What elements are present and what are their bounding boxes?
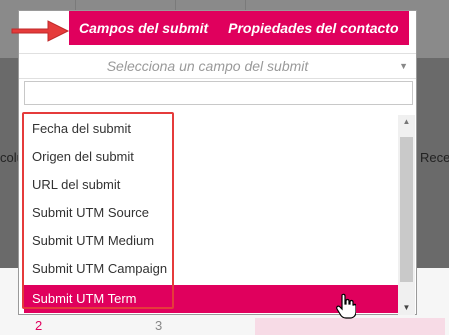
chevron-down-icon[interactable]: ▼ [399, 54, 408, 78]
option-submit-utm-source[interactable]: Submit UTM Source [24, 199, 398, 227]
search-input[interactable] [24, 81, 413, 105]
option-submit-utm-medium[interactable]: Submit UTM Medium [24, 227, 398, 255]
field-picker-dropdown: Campos del submit Propiedades del contac… [18, 10, 417, 315]
option-fecha-del-submit[interactable]: Fecha del submit [24, 115, 398, 143]
scroll-down-arrow-icon[interactable]: ▼ [398, 301, 415, 315]
option-submit-utm-campaign[interactable]: Submit UTM Campaign [24, 255, 398, 283]
background-pink-cell [255, 318, 445, 335]
select-placeholder: Selecciona un campo del submit [106, 58, 309, 74]
hand-pointer-cursor-icon [336, 293, 356, 319]
options-scrollbar[interactable]: ▲ ▼ [398, 115, 415, 315]
option-origen-del-submit[interactable]: Origen del submit [24, 143, 398, 171]
options-list: Fecha del submit Origen del submit URL d… [24, 115, 398, 315]
scroll-thumb[interactable] [400, 137, 413, 282]
background-number-3: 3 [155, 318, 163, 333]
annotation-arrow-icon [11, 20, 70, 42]
tab-campos-del-submit[interactable]: Campos del submit [69, 11, 218, 45]
tab-propiedades-del-contacto[interactable]: Propiedades del contacto [218, 11, 408, 45]
tab-bar: Campos del submit Propiedades del contac… [69, 11, 409, 45]
submit-field-select[interactable]: Selecciona un campo del submit ▼ [19, 53, 416, 79]
background-number-2: 2 [35, 318, 43, 333]
scroll-up-arrow-icon[interactable]: ▲ [398, 115, 415, 129]
background-right-text: Recesit [420, 150, 449, 165]
option-url-del-submit[interactable]: URL del submit [24, 171, 398, 199]
